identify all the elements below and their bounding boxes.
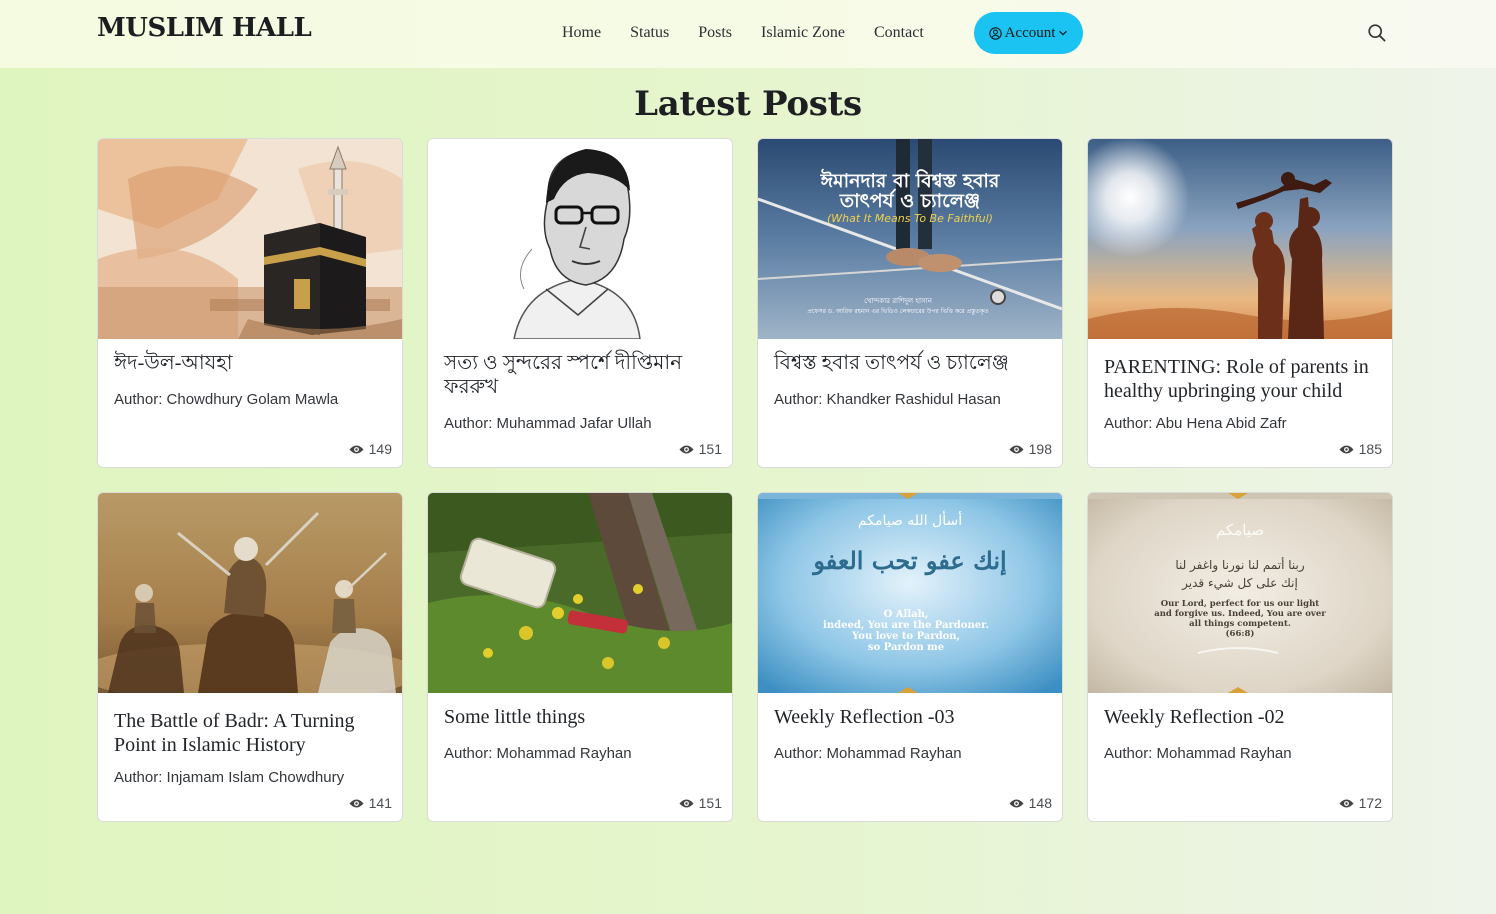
post-title[interactable]: Weekly Reflection -03 [774, 705, 1046, 729]
view-count-value: 149 [368, 441, 392, 457]
post-thumbnail[interactable] [428, 493, 732, 693]
calligraphy-english-1: Our Lord, perfect for us our light [1161, 599, 1320, 609]
post-thumbnail[interactable]: أسأل الله صيامكم إنك عفو تحب العفو O All… [758, 493, 1062, 693]
section-title: Latest Posts [634, 84, 862, 124]
banner-footer-1: খোন্দকার রাশিদুল হাসান [864, 297, 933, 305]
post-card[interactable]: PARENTING: Role of parents in healthy up… [1087, 138, 1393, 468]
view-count: 151 [679, 441, 722, 457]
beige-calligraphy-image: صيامكم ربنا أتمم لنا نورنا واغفر لنا إنك… [1088, 493, 1392, 693]
calligraphy-english-2: indeed, You are the Pardoner. [823, 620, 989, 631]
post-author: Author: Muhammad Jafar Ullah [444, 415, 652, 432]
search-icon[interactable] [1367, 23, 1387, 43]
post-thumbnail[interactable] [1088, 139, 1392, 339]
nav-link-posts[interactable]: Posts [698, 24, 732, 42]
portrait-sketch-image [428, 139, 732, 339]
post-author: Author: Mohammad Rayhan [774, 745, 962, 762]
account-dropdown-button[interactable]: Account [974, 12, 1083, 54]
post-card[interactable]: ঈদ-উল-আযহা Author: Chowdhury Golam Mawla… [97, 138, 403, 468]
post-author: Author: Khandker Rashidul Hasan [774, 391, 1001, 408]
post-thumbnail[interactable]: ঈমানদার বা বিশ্বস্ত হবার তাৎপর্য ও চ্যাল… [758, 139, 1062, 339]
view-count-value: 185 [1358, 441, 1382, 457]
calligraphy-line-2: إنك عفو تحب العفو [811, 546, 1006, 576]
post-title[interactable]: PARENTING: Role of parents in healthy up… [1104, 355, 1376, 403]
post-title[interactable]: ঈদ-উল-আযহা [114, 351, 386, 375]
eye-icon [349, 445, 364, 453]
nav-link-status[interactable]: Status [630, 24, 669, 42]
user-circle-icon [988, 26, 1002, 40]
navbar: MUSLIM HALL Home Status Posts Islamic Zo… [0, 0, 1496, 68]
battle-painting-image [98, 493, 402, 693]
eye-icon [1339, 799, 1354, 807]
post-thumbnail[interactable]: صيامكم ربنا أتمم لنا نورنا واغفر لنا إنك… [1088, 493, 1392, 693]
view-count: 141 [349, 795, 392, 811]
post-card[interactable]: ঈমানদার বা বিশ্বস্ত হবার তাৎপর্য ও চ্যাল… [757, 138, 1063, 468]
calligraphy-english-1: O Allah, [884, 609, 929, 620]
nav-link-islamic-zone[interactable]: Islamic Zone [761, 24, 845, 42]
view-count-value: 198 [1028, 441, 1052, 457]
calligraphy-english-4: (66:8) [1226, 628, 1255, 639]
eye-icon [679, 799, 694, 807]
banner-heading-2: তাৎপর্য ও চ্যালেঞ্জ [839, 188, 980, 212]
eye-icon [1339, 445, 1354, 453]
post-card[interactable]: The Battle of Badr: A Turning Point in I… [97, 492, 403, 822]
calligraphy-english-3: all things competent. [1189, 619, 1291, 629]
calligraphy-line-1: أسأل الله صيامكم [858, 510, 962, 529]
eye-icon [1009, 799, 1024, 807]
view-count-value: 172 [1358, 795, 1382, 811]
eye-icon [679, 445, 694, 453]
view-count: 198 [1009, 441, 1052, 457]
view-count: 151 [679, 795, 722, 811]
calligraphy-english-4: so Pardon me [868, 642, 944, 653]
post-title[interactable]: Weekly Reflection -02 [1104, 705, 1376, 729]
post-title[interactable]: The Battle of Badr: A Turning Point in I… [114, 709, 386, 757]
post-author: Author: Injamam Islam Chowdhury [114, 769, 345, 786]
post-author: Author: Mohammad Rayhan [1104, 745, 1292, 762]
garden-photo-image [428, 493, 732, 693]
post-thumbnail[interactable] [98, 493, 402, 693]
post-card[interactable]: صيامكم ربنا أتمم لنا نورنا واغفر لنا إنك… [1087, 492, 1393, 822]
post-author: Author: Chowdhury Golam Mawla [114, 391, 339, 408]
nav-link-contact[interactable]: Contact [874, 24, 924, 42]
account-label: Account [1004, 24, 1056, 41]
view-count-value: 151 [698, 441, 722, 457]
post-title[interactable]: বিশ্বস্ত হবার তাৎপর্য ও চ্যালেঞ্জ [774, 351, 1046, 375]
post-thumbnail[interactable] [98, 139, 402, 339]
parents-silhouette-image [1088, 139, 1392, 339]
eye-icon [1009, 445, 1024, 453]
calligraphy-english-3: You love to Pardon, [851, 631, 960, 642]
post-author: Author: Abu Hena Abid Zafr [1104, 415, 1287, 432]
calligraphy-line-1: ربنا أتمم لنا نورنا واغفر لنا [1175, 557, 1305, 573]
post-title[interactable]: Some little things [444, 705, 716, 729]
view-count: 148 [1009, 795, 1052, 811]
nav-links: Home Status Posts Islamic Zone Contact [562, 24, 953, 42]
view-count-value: 148 [1028, 795, 1052, 811]
post-thumbnail[interactable] [428, 139, 732, 339]
view-count-value: 151 [698, 795, 722, 811]
blue-calligraphy-image: أسأل الله صيامكم إنك عفو تحب العفو O All… [758, 493, 1062, 693]
svg-text:صيامكم: صيامكم [1216, 521, 1264, 539]
banner-subtitle: (What It Means To Be Faithful) [827, 212, 993, 225]
view-count: 172 [1339, 795, 1382, 811]
chevron-down-icon [1059, 30, 1068, 36]
brand-logo[interactable]: MUSLIM HALL [97, 13, 312, 43]
eye-icon [349, 799, 364, 807]
post-card[interactable]: সত্য ও সুন্দরের স্পর্শে দীপ্তিমান ফররুখ … [427, 138, 733, 468]
view-count-value: 141 [368, 795, 392, 811]
banner-footer-2: প্রফেসর ড. আরিফ রহমান এর ভিডিও লেকচারের … [807, 307, 989, 315]
tightrope-banner-image: ঈমানদার বা বিশ্বস্ত হবার তাৎপর্য ও চ্যাল… [758, 139, 1062, 339]
kaaba-painting-image [98, 139, 402, 339]
calligraphy-english-2: and forgive us. Indeed, You are over [1154, 609, 1326, 619]
post-card[interactable]: Some little things Author: Mohammad Rayh… [427, 492, 733, 822]
view-count: 149 [349, 441, 392, 457]
post-author: Author: Mohammad Rayhan [444, 745, 632, 762]
nav-link-home[interactable]: Home [562, 24, 601, 42]
banner-heading-1: ঈমানদার বা বিশ্বস্ত হবার [820, 168, 1001, 192]
view-count: 185 [1339, 441, 1382, 457]
post-title[interactable]: সত্য ও সুন্দরের স্পর্শে দীপ্তিমান ফররুখ [444, 351, 716, 399]
post-card[interactable]: أسأل الله صيامكم إنك عفو تحب العفو O All… [757, 492, 1063, 822]
calligraphy-line-2: إنك على كل شيء قدير [1181, 576, 1298, 591]
